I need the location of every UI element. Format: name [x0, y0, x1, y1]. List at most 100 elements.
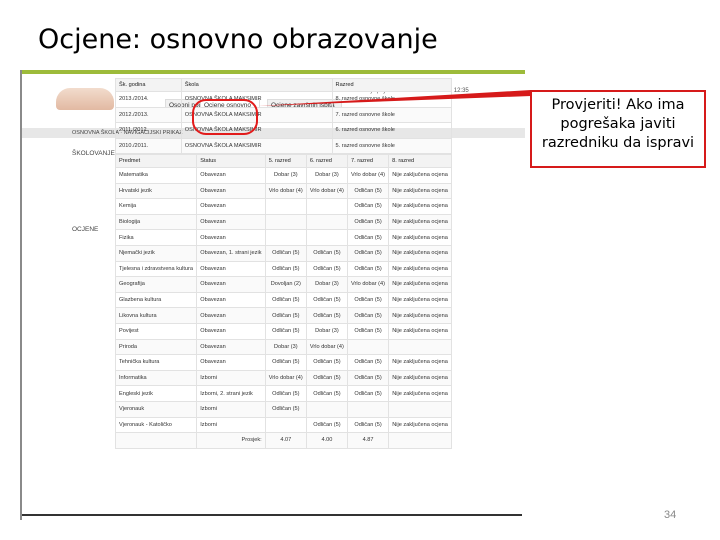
table-cell: 6. razred osnovne škole [331, 122, 453, 139]
table-cell: Nije zaključena ocjena [388, 354, 452, 371]
table-cell: 5. razred osnovne škole [331, 137, 453, 155]
table-row: Priroda Obavezan Dobar (3) Vrlo dobar (4) [114, 338, 452, 356]
table-cell [305, 229, 348, 246]
table-cell: Izborni [196, 369, 266, 387]
table-cell: Dobar (3) [305, 167, 348, 184]
table-cell: Vjeronauk [114, 400, 198, 418]
table-cell: Odličan (5) [346, 198, 390, 215]
table-cell: Izborni [196, 416, 266, 434]
table-cell [264, 416, 307, 434]
table-cell: Obavezan [196, 338, 266, 356]
table-cell: Vrlo dobar (4) [264, 369, 307, 387]
table-cell: Odličan (5) [264, 307, 307, 324]
table-cell: Dobar (3) [305, 322, 348, 340]
table-cell: Nije zaključena ocjena [388, 244, 452, 262]
column-header: Škola [180, 78, 333, 92]
table-cell: Nije zaključena ocjena [388, 385, 452, 402]
table-cell: Vjeronauk - Katoličko [114, 416, 198, 434]
table-cell: 2012./2013. [115, 106, 182, 124]
table-cell: Odličan (5) [264, 322, 307, 340]
table-cell: Matematika [114, 167, 198, 184]
table-cell: Vrlo dobar (4) [264, 182, 307, 200]
table-cell: Odličan (5) [305, 260, 348, 278]
table-cell: Odličan (5) [264, 244, 307, 262]
table-cell [305, 198, 348, 215]
table-cell [388, 400, 452, 418]
table-cell: Dobar (3) [264, 338, 307, 356]
column-header: 6. razred [305, 154, 348, 168]
column-header: 5. razred [264, 154, 307, 168]
table-cell: Dovoljan (2) [264, 276, 307, 293]
table-cell [264, 198, 307, 215]
table-row: Engleski jezik Izborni, 2. strani jezik Od… [114, 385, 452, 402]
table-cell: Obavezan [196, 291, 266, 309]
table-cell: Odličan (5) [305, 385, 348, 402]
table-cell: Nije zaključena ocjena [388, 260, 452, 278]
column-header: Predmet [114, 154, 198, 168]
table-cell: Hrvatski jezik [114, 182, 198, 200]
table-cell: Nije zaključena ocjena [388, 369, 452, 387]
table-cell: Odličan (5) [346, 244, 390, 262]
table-cell: Informatika [114, 369, 198, 387]
table-cell: Biologija [114, 213, 198, 231]
table-cell [388, 338, 452, 356]
table-cell: Nije zaključena ocjena [388, 229, 452, 246]
table-cell: Vrlo dobar (4) [346, 167, 390, 184]
table-cell: Priroda [114, 338, 198, 356]
table-row: Povijest Obavezan Odličan (5) Dobar (3) Odli… [114, 322, 452, 340]
highlight-ellipse [192, 99, 258, 135]
table-cell: Nije zaključena ocjena [388, 167, 452, 184]
table-row: Vjeronauk Izborni Odličan (5) [114, 400, 452, 418]
table-cell [346, 400, 390, 418]
average-value: 4.07 [264, 432, 307, 449]
table-cell: Tehnička kultura [114, 354, 198, 371]
table-row: Biologija Obavezan Odličan (5) Nije zaključ… [114, 213, 452, 231]
table-cell: Odličan (5) [346, 416, 390, 434]
table-cell: Odličan (5) [305, 244, 348, 262]
average-label: Prosjek: [196, 432, 266, 449]
table-cell: Povijest [114, 322, 198, 340]
table-cell: Odličan (5) [305, 354, 348, 371]
table-cell: OSNOVNA ŠKOLA MAKSIMIR [180, 137, 333, 155]
table-cell: Obavezan [196, 213, 266, 231]
schooling-table: Šk. godina Škola Razred 2013./2014. OSNOV… [115, 78, 453, 155]
table-cell: Odličan (5) [346, 182, 390, 200]
table-cell: Odličan (5) [305, 307, 348, 324]
table-row: Njemački jezik Obavezan, 1. strani jezik O… [114, 244, 452, 262]
table-cell: Vrlo dobar (4) [305, 338, 348, 356]
table-cell: Engleski jezik [114, 385, 198, 402]
table-row: Vjeronauk - Katoličko Izborni Odličan (5) O… [114, 416, 452, 434]
avatar [56, 88, 114, 110]
table-cell [264, 229, 307, 246]
table-cell [264, 213, 307, 231]
table-cell: Obavezan [196, 276, 266, 293]
table-cell: Odličan (5) [346, 385, 390, 402]
table-cell: 2013./2014. [115, 91, 182, 108]
average-value: 4.87 [346, 432, 390, 449]
table-cell: Obavezan [196, 307, 266, 324]
table-cell: Odličan (5) [264, 400, 307, 418]
column-header: 7. razred [346, 154, 390, 168]
table-cell: Likovna kultura [114, 307, 198, 324]
table-row: Tehnička kultura Obavezan Odličan (5) Odlič… [114, 354, 452, 371]
school-section-label: ŠKOLOVANJE [72, 150, 115, 157]
table-cell: Odličan (5) [264, 291, 307, 309]
table-cell: Obavezan, 1. strani jezik [196, 244, 266, 262]
grades-table: Predmet Status 5. razred 6. razred 7. ra… [114, 154, 452, 449]
table-cell: Obavezan [196, 167, 266, 184]
table-cell: Nije zaključena ocjena [388, 307, 452, 324]
table-cell: Nije zaključena ocjena [388, 182, 452, 200]
table-cell: Odličan (5) [264, 354, 307, 371]
average-value [388, 432, 452, 449]
table-cell: Nije zaključena ocjena [388, 322, 452, 340]
table-row: Tjelesna i zdravstvena kultura Obavezan Od… [114, 260, 452, 278]
table-cell: Nije zaključena ocjena [388, 276, 452, 293]
table-cell: Odličan (5) [346, 213, 390, 231]
table-cell: Obavezan [196, 182, 266, 200]
table-row: 2012./2013. OSNOVNA ŠKOLA MAKSIMIR 7. razr… [115, 106, 453, 124]
table-row: 2013./2014. OSNOVNA ŠKOLA MAKSIMIR 8. razr… [115, 91, 453, 108]
table-cell: 2011./2012. [115, 122, 182, 139]
table-cell: Obavezan [196, 198, 266, 215]
callout-text: Provjeriti! Ako ima pogrešaka javiti raz… [541, 97, 695, 151]
table-cell: Odličan (5) [346, 369, 390, 387]
